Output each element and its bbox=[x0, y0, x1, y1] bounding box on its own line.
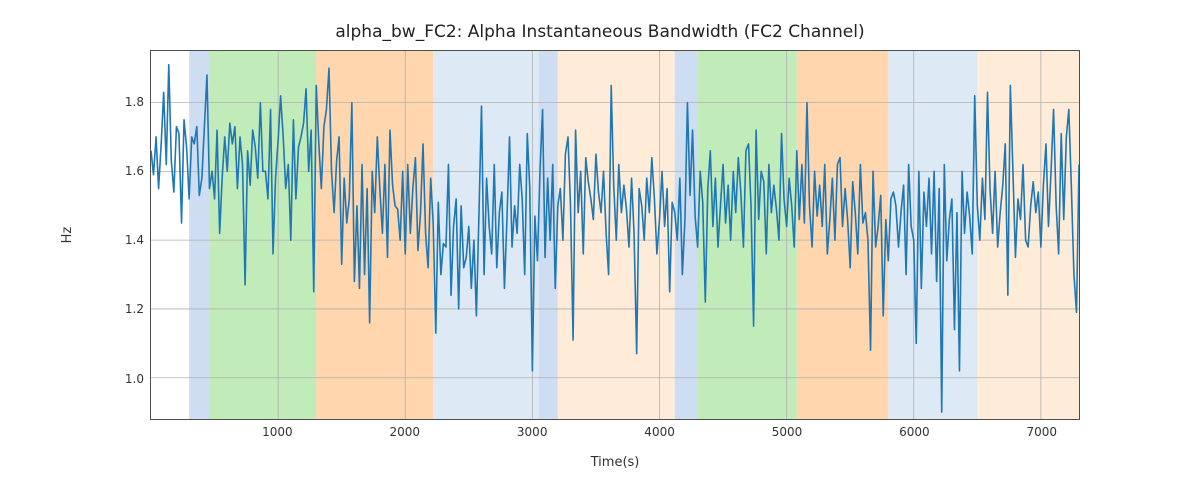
y-tick-label: 1.2 bbox=[110, 302, 144, 316]
x-tick-label: 2000 bbox=[390, 425, 421, 439]
background-span bbox=[189, 51, 209, 419]
background-span bbox=[316, 51, 433, 419]
x-tick-label: 6000 bbox=[899, 425, 930, 439]
y-tick-label: 1.0 bbox=[110, 372, 144, 386]
x-tick-label: 5000 bbox=[772, 425, 803, 439]
x-axis-label: Time(s) bbox=[150, 455, 1080, 470]
x-tick-label: 1000 bbox=[262, 425, 293, 439]
chart-title: alpha_bw_FC2: Alpha Instantaneous Bandwi… bbox=[0, 22, 1200, 42]
plot-svg bbox=[151, 51, 1079, 419]
y-tick-label: 1.6 bbox=[110, 164, 144, 178]
x-tick-label: 4000 bbox=[644, 425, 675, 439]
background-span bbox=[209, 51, 316, 419]
y-axis-label: Hz bbox=[60, 50, 80, 420]
background-span bbox=[698, 51, 797, 419]
figure: alpha_bw_FC2: Alpha Instantaneous Bandwi… bbox=[0, 0, 1200, 500]
y-tick-label: 1.8 bbox=[110, 95, 144, 109]
x-tick-label: 7000 bbox=[1026, 425, 1057, 439]
y-tick-label: 1.4 bbox=[110, 233, 144, 247]
chart-axes bbox=[150, 50, 1080, 420]
x-tick-label: 3000 bbox=[517, 425, 548, 439]
